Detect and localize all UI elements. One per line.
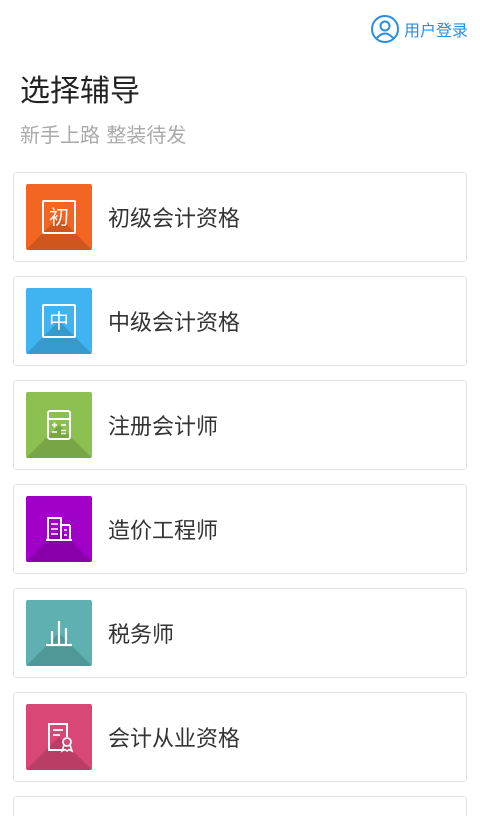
- course-tile: [26, 392, 92, 458]
- char-chu-icon: 初: [42, 200, 76, 234]
- course-card-tax-advisor[interactable]: 税务师: [13, 588, 467, 678]
- user-icon: [370, 15, 399, 43]
- user-login-button[interactable]: 用户登录: [370, 14, 468, 44]
- user-login-label: 用户登录: [403, 21, 468, 40]
- course-card-accounting-practitioner[interactable]: 会计从业资格: [13, 692, 467, 782]
- course-tile: 中: [26, 288, 92, 354]
- course-label: 中级会计资格: [108, 311, 241, 336]
- course-label: 注册会计师: [108, 415, 219, 440]
- course-list: 初 初级会计资格 中 中级会计资格 注册会计师 造价工程师 税务师 会计从业资格: [13, 172, 467, 816]
- course-tile: [26, 704, 92, 770]
- course-card-junior-accounting[interactable]: 初 初级会计资格: [13, 172, 467, 262]
- course-label: 造价工程师: [108, 519, 219, 544]
- page-title: 选择辅导: [20, 74, 140, 109]
- course-label: 会计从业资格: [108, 727, 241, 752]
- calculator-icon: [47, 410, 71, 440]
- bar-chart-icon: [46, 621, 72, 647]
- certificate-icon: [48, 723, 74, 753]
- course-label: 初级会计资格: [108, 207, 241, 232]
- char-zhong-icon: 中: [42, 304, 76, 338]
- page-subtitle: 新手上路 整装待发: [20, 123, 187, 147]
- course-label: 税务师: [108, 623, 175, 648]
- course-card-cpa[interactable]: 注册会计师: [13, 380, 467, 470]
- course-card-intermediate-accounting[interactable]: 中 中级会计资格: [13, 276, 467, 366]
- course-card-cost-engineer[interactable]: 造价工程师: [13, 484, 467, 574]
- building-icon: [46, 517, 72, 541]
- course-tile: 初: [26, 184, 92, 250]
- course-tile: [26, 496, 92, 562]
- course-tile: [26, 600, 92, 666]
- course-card-partial[interactable]: [13, 796, 467, 816]
